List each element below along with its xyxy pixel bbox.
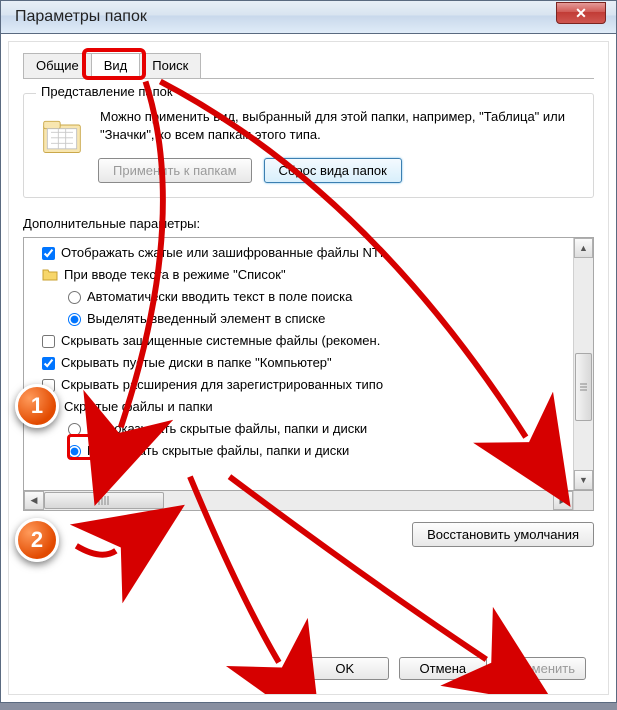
tree-item[interactable]: Скрытые файлы и папки	[42, 396, 571, 418]
option-checkbox[interactable]	[42, 379, 55, 392]
tree-item[interactable]: Отображать сжатые или зашифрованные файл…	[42, 242, 571, 264]
client-area: Общие Вид Поиск Представление папок Можн…	[0, 34, 617, 703]
folder-views-description: Можно применить вид, выбранный для этой …	[100, 108, 577, 143]
option-radio[interactable]	[68, 291, 81, 304]
option-label: Автоматически вводить текст в поле поиск…	[87, 286, 352, 308]
option-radio[interactable]	[68, 313, 81, 326]
scroll-corner	[573, 491, 593, 510]
advanced-label: Дополнительные параметры:	[23, 216, 594, 231]
scroll-up-button[interactable]: ▲	[574, 238, 593, 258]
tree-content: Отображать сжатые или зашифрованные файл…	[24, 238, 573, 490]
tree-item[interactable]: Не показывать скрытые файлы, папки и дис…	[42, 418, 571, 440]
scroll-left-button[interactable]: ◀	[24, 491, 44, 510]
vertical-scrollbar[interactable]: ▲ ▼	[573, 238, 593, 490]
dialog-buttons: OK Отмена Применить	[301, 657, 586, 680]
folder-views-title: Представление папок	[36, 84, 178, 99]
tree-item[interactable]: Выделять введенный элемент в списке	[42, 308, 571, 330]
tree-item[interactable]: Автоматически вводить текст в поле поиск…	[42, 286, 571, 308]
horizontal-scrollbar[interactable]: ◀ ▶	[23, 491, 594, 511]
tab-search[interactable]: Поиск	[139, 53, 201, 79]
option-label: Скрывать защищенные системные файлы (рек…	[61, 330, 380, 352]
scroll-right-button[interactable]: ▶	[553, 491, 573, 510]
tree-item[interactable]: Показывать скрытые файлы, папки и диски	[42, 440, 571, 462]
apply-to-folders-button[interactable]: Применить к папкам	[98, 158, 252, 183]
tab-view[interactable]: Вид	[91, 53, 141, 79]
option-checkbox[interactable]	[42, 335, 55, 348]
apply-button[interactable]: Применить	[497, 657, 586, 680]
option-label: При вводе текста в режиме "Список"	[64, 264, 286, 286]
advanced-treeview: Отображать сжатые или зашифрованные файл…	[23, 237, 594, 491]
window-title: Параметры папок	[15, 8, 147, 26]
scroll-down-button[interactable]: ▼	[574, 470, 593, 490]
close-button[interactable]: ✕	[556, 2, 606, 24]
option-label: Показывать скрытые файлы, папки и диски	[87, 440, 349, 462]
scroll-thumb-v[interactable]	[575, 353, 592, 421]
folder-views-group: Представление папок Можно применить вид,…	[23, 93, 594, 198]
tree-item[interactable]: Скрывать расширения для зарегистрированн…	[42, 374, 571, 396]
option-checkbox[interactable]	[42, 357, 55, 370]
scroll-track-h[interactable]	[44, 491, 553, 510]
close-icon: ✕	[575, 5, 587, 22]
scroll-thumb-h[interactable]	[44, 492, 164, 509]
option-label: Выделять введенный элемент в списке	[87, 308, 325, 330]
option-radio[interactable]	[68, 423, 81, 436]
option-label: Не показывать скрытые файлы, папки и дис…	[87, 418, 367, 440]
tree-item[interactable]: Скрывать защищенные системные файлы (рек…	[42, 330, 571, 352]
folder-icon	[42, 399, 58, 415]
reset-folder-views-button[interactable]: Сброс вида папок	[264, 158, 402, 183]
restore-defaults-button[interactable]: Восстановить умолчания	[412, 522, 594, 547]
tab-general[interactable]: Общие	[23, 53, 92, 79]
option-checkbox[interactable]	[42, 247, 55, 260]
tree-item[interactable]: Скрывать пустые диски в папке "Компьютер…	[42, 352, 571, 374]
scroll-track-v[interactable]	[574, 258, 593, 470]
cancel-button[interactable]: Отмена	[399, 657, 487, 680]
option-label: Скрытые файлы и папки	[64, 396, 213, 418]
ok-button[interactable]: OK	[301, 657, 389, 680]
tab-strip: Общие Вид Поиск	[23, 52, 594, 79]
folder-large-icon	[40, 114, 84, 158]
dialog-body: Общие Вид Поиск Представление папок Можн…	[8, 41, 609, 695]
folder-icon	[42, 267, 58, 283]
option-label: Отображать сжатые или зашифрованные файл…	[61, 242, 383, 264]
tree-item[interactable]: При вводе текста в режиме "Список"	[42, 264, 571, 286]
option-label: Скрывать расширения для зарегистрированн…	[61, 374, 383, 396]
option-label: Скрывать пустые диски в папке "Компьютер…	[61, 352, 332, 374]
titlebar: Параметры папок ✕	[0, 0, 617, 34]
option-radio[interactable]	[68, 445, 81, 458]
